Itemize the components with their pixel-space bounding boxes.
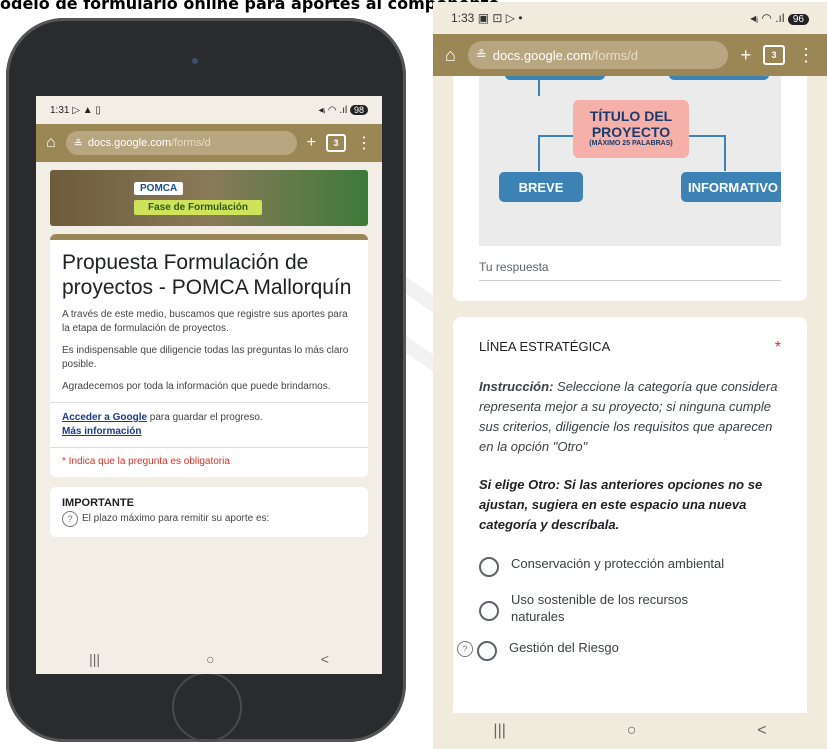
mindmap-image: TÍTULO DEL PROYECTO (MÁXIMO 25 PALABRAS)… (479, 76, 781, 246)
battery-badge: 98 (349, 104, 368, 115)
more-info-link[interactable]: Más información (62, 426, 141, 437)
new-tab-icon[interactable]: + (740, 45, 751, 66)
status-bar: 1:31 ▷ ▲ ▯ ◂ᵢ ◠ .ıl 98 (36, 96, 382, 124)
back-button[interactable]: < (321, 651, 329, 667)
form-title-card: Propuesta Formulación de proyectos - POM… (50, 234, 368, 477)
url-bar[interactable]: ≗ docs.google.com/forms/d (467, 41, 729, 69)
home-icon[interactable]: ⌂ (445, 45, 456, 66)
instruction-label: Instrucción: (479, 379, 554, 394)
option-label: Gestión del Riesgo (509, 640, 619, 655)
url-bar[interactable]: ≗ docs.google.com/forms/d (65, 131, 297, 155)
signin-text: para guardar el progreso. (147, 412, 263, 423)
required-note: * Indica que la pregunta es obligatoria (62, 456, 230, 467)
android-nav-bar: ||| ○ < (36, 644, 382, 674)
url-domain: docs.google.com (492, 47, 592, 63)
mindmap-title-box: TÍTULO DEL PROYECTO (MÁXIMO 25 PALABRAS) (573, 100, 689, 158)
question-title: LÍNEA ESTRATÉGICA (479, 339, 611, 354)
url-path: /forms/d (591, 47, 639, 63)
browser-toolbar: ⌂ ≗ docs.google.com/forms/d + 3 ⋮ (433, 34, 827, 76)
url-domain: docs.google.com (87, 137, 172, 149)
tab-switcher-button[interactable]: 3 (326, 134, 346, 152)
form-description-2: Es indispensable que diligencie todas la… (62, 345, 349, 370)
right-phone-screen: 1:33 ▣ ⊡ ▷ • ◂ᵢ ◠ .ıl 96 ⌂ ≗ docs.google… (433, 2, 827, 749)
question-card-image: TÍTULO DEL PROYECTO (MÁXIMO 25 PALABRAS)… (453, 76, 807, 301)
status-bar: 1:33 ▣ ⊡ ▷ • ◂ᵢ ◠ .ıl 96 (433, 2, 827, 34)
option-label: Uso sostenible de los recursos naturales (511, 592, 689, 624)
status-time: 1:33 (451, 11, 475, 25)
option-gestion-riesgo[interactable]: ? Gestión del Riesgo (457, 639, 781, 661)
physical-home-button[interactable] (172, 672, 242, 742)
site-settings-icon[interactable]: ≗ (74, 137, 83, 150)
help-icon[interactable]: ? (62, 511, 78, 527)
instruction-paragraph: Instrucción: Seleccione la categoría que… (479, 377, 781, 457)
recents-button[interactable]: ||| (89, 651, 100, 667)
menu-icon[interactable]: ⋮ (797, 45, 815, 66)
mindmap-subtitle: (MÁXIMO 25 PALABRAS) (589, 140, 673, 147)
mindmap-title: TÍTULO DEL PROYECTO (589, 108, 673, 140)
page-caption: odelo de formulario online para aportes … (0, 0, 500, 13)
option-label: Conservación y protección ambiental (511, 556, 725, 571)
menu-icon[interactable]: ⋮ (356, 133, 372, 153)
radio-button[interactable] (479, 601, 499, 621)
important-text: El plazo máximo para remitir su aporte e… (82, 513, 270, 524)
option-uso-sostenible[interactable]: Uso sostenible de los recursos naturales (479, 591, 781, 625)
battery-badge: 96 (787, 14, 809, 25)
status-notification-icons: ▣ ⊡ ▷ • (477, 11, 523, 25)
option-conservacion[interactable]: Conservación y protección ambiental (479, 555, 781, 577)
other-note: Si elige Otro: Si las anteriores opcione… (479, 477, 763, 532)
form-header-banner: POMCA Fase de Formulación (50, 170, 368, 226)
status-notification-icons: ▷ ▲ ▯ (72, 104, 101, 116)
google-signin-link[interactable]: Acceder a Google (62, 412, 147, 423)
home-nav-icon[interactable]: ○ (627, 722, 637, 740)
site-settings-icon[interactable]: ≗ (476, 47, 487, 63)
form-description-3: Agradecemos por toda la información que … (62, 381, 331, 392)
divider (50, 447, 368, 448)
divider (50, 402, 368, 403)
left-phone: 1:31 ▷ ▲ ▯ ◂ᵢ ◠ .ıl 98 ⌂ ≗ docs.google.c… (2, 14, 416, 749)
status-signal-icons: ◂ᵢ ◠ .ıl (750, 11, 785, 25)
recents-button[interactable]: ||| (493, 722, 505, 740)
form-description-1: A través de este medio, buscamos que reg… (62, 309, 348, 334)
status-time: 1:31 (50, 104, 70, 116)
answer-input[interactable]: Tu respuesta (479, 260, 781, 281)
banner-brand: POMCA (134, 182, 184, 195)
form-title: Propuesta Formulación de proyectos - POM… (62, 251, 352, 299)
url-path: /forms/d (171, 137, 211, 149)
mindmap-top-right-box (669, 76, 769, 80)
home-icon[interactable]: ⌂ (46, 134, 56, 152)
banner-phase: Fase de Formulación (134, 200, 263, 215)
mindmap-box-informativo: INFORMATIVO (681, 172, 781, 202)
mindmap-top-left-box (505, 76, 605, 80)
back-button[interactable]: < (757, 722, 766, 740)
radio-button[interactable] (479, 557, 499, 577)
important-title: IMPORTANTE (62, 497, 134, 509)
radio-button[interactable] (477, 641, 497, 661)
new-tab-icon[interactable]: + (307, 134, 316, 152)
browser-toolbar: ⌂ ≗ docs.google.com/forms/d + 3 ⋮ (36, 124, 382, 162)
camera-dot (192, 58, 198, 64)
mindmap-box-breve: BREVE (499, 172, 583, 202)
tab-switcher-button[interactable]: 3 (763, 45, 785, 65)
status-signal-icons: ◂ᵢ ◠ .ıl (318, 104, 348, 116)
important-card: IMPORTANTE ? El plazo máximo para remiti… (50, 487, 368, 537)
help-icon[interactable]: ? (457, 641, 473, 657)
required-star: * (774, 339, 781, 356)
android-nav-bar: ||| ○ < (433, 713, 827, 749)
left-screen: 1:31 ▷ ▲ ▯ ◂ᵢ ◠ .ıl 98 ⌂ ≗ docs.google.c… (36, 96, 382, 674)
question-card-linea: LÍNEA ESTRATÉGICA * Instrucción: Selecci… (453, 317, 807, 749)
home-nav-icon[interactable]: ○ (206, 651, 214, 667)
